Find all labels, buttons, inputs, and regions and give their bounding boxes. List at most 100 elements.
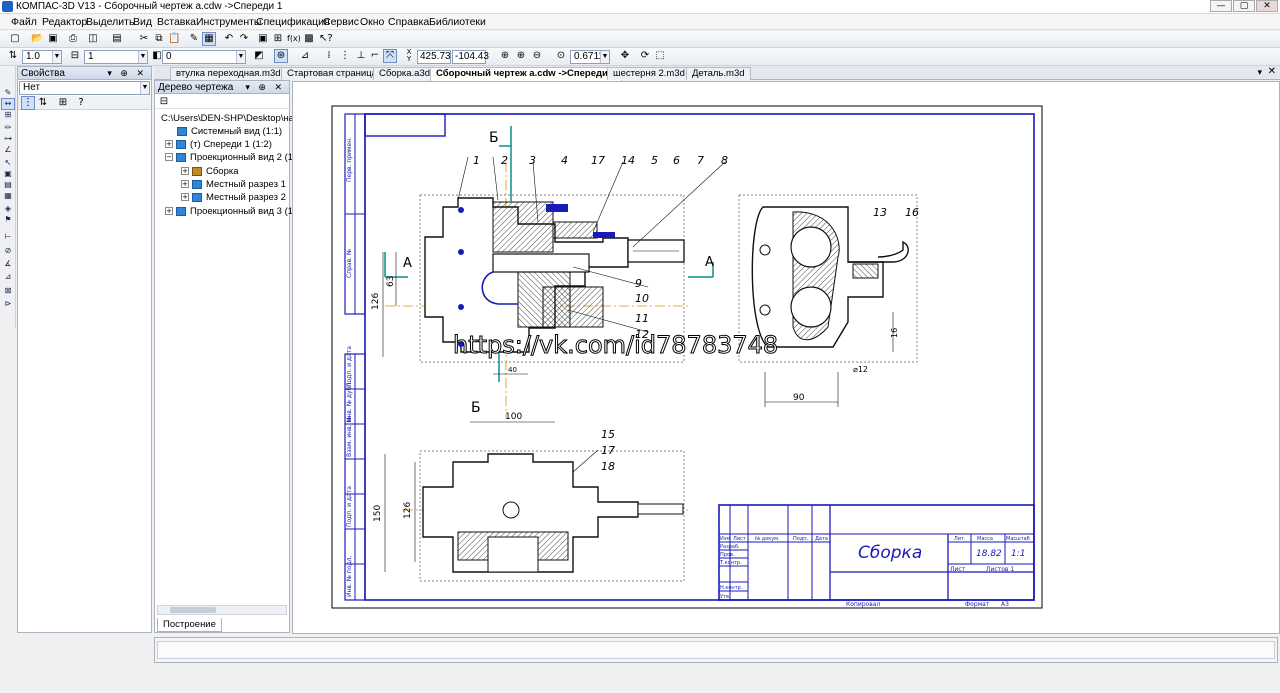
macro-icon[interactable]: ⚑ bbox=[2, 215, 14, 225]
collapse-icon[interactable]: − bbox=[165, 153, 173, 162]
snap-icon[interactable]: ⊛ bbox=[274, 49, 288, 63]
tree-item-projection-view-2[interactable]: − Проекционный вид 2 (1:2) bbox=[165, 152, 304, 164]
minimize-button[interactable]: — bbox=[1210, 0, 1232, 12]
associative-view-icon[interactable]: ▣ bbox=[2, 169, 14, 179]
variables-icon[interactable]: f(x) bbox=[286, 32, 301, 46]
tabs-menu-icon[interactable]: ▾ bbox=[1257, 67, 1262, 78]
help-pointer-icon[interactable]: ↖? bbox=[318, 32, 333, 46]
refresh-icon[interactable]: ⟳ bbox=[638, 49, 652, 63]
measure-icon[interactable]: ▩ bbox=[302, 32, 316, 46]
help-icon[interactable]: ? bbox=[74, 96, 88, 110]
parametrization-icon[interactable]: ⊶ bbox=[2, 134, 14, 144]
tree-view-icon[interactable]: ⊟ bbox=[157, 95, 171, 109]
menu-view[interactable]: Вид bbox=[133, 16, 152, 28]
reports-icon[interactable]: ▦ bbox=[2, 191, 14, 201]
coord-x-field[interactable]: 425.73 bbox=[417, 50, 451, 64]
menu-insert[interactable]: Вставка bbox=[157, 16, 196, 28]
cursor-icon[interactable]: ⤧ bbox=[383, 49, 397, 63]
format-brush-icon[interactable]: ✎ bbox=[187, 32, 201, 46]
step-icon[interactable]: ⇅ bbox=[6, 49, 20, 63]
layer-combo[interactable]: 0 ▼ bbox=[162, 50, 246, 64]
paste-icon[interactable]: 📋 bbox=[167, 32, 181, 46]
zoom-scale-icon[interactable]: ⊙ bbox=[554, 49, 568, 63]
angle-dim-icon[interactable]: ∡ bbox=[2, 259, 14, 269]
tree-item-system-view[interactable]: Системный вид (1:1) bbox=[177, 126, 282, 138]
insert-icon[interactable]: ◈ bbox=[2, 204, 14, 214]
measure-tools-icon[interactable]: ∠ bbox=[2, 145, 14, 155]
tab-assembly-drawing[interactable]: Сборочный чертеж a.cdw ->Спереди 1 bbox=[430, 67, 622, 81]
properties-object-combo[interactable]: Нет ▼ bbox=[19, 81, 150, 95]
print-icon[interactable]: ⎙ bbox=[66, 32, 80, 46]
open-icon[interactable]: 📂 bbox=[30, 32, 44, 46]
menu-specification[interactable]: Спецификация bbox=[256, 16, 330, 28]
dimensions-icon[interactable]: ↔ bbox=[1, 98, 15, 110]
dimension-line-icon[interactable]: ⊢ bbox=[2, 232, 14, 242]
cs-icon[interactable]: ⌐ bbox=[368, 49, 382, 63]
manager-icon[interactable]: ▤ bbox=[110, 32, 124, 46]
tab-construction[interactable]: Построение bbox=[157, 618, 222, 632]
tree-hscrollbar[interactable] bbox=[157, 605, 287, 615]
edit-icon[interactable]: ✏ bbox=[2, 123, 14, 133]
expand-icon[interactable]: + bbox=[165, 207, 173, 216]
pan-icon[interactable]: ✥ bbox=[618, 49, 632, 63]
tab-bushing[interactable]: втулка переходная.m3d bbox=[170, 67, 287, 80]
undo-icon[interactable]: ↶ bbox=[222, 32, 236, 46]
tree-item-local-section-2[interactable]: + Местный разрез 2 bbox=[181, 192, 286, 204]
menu-help[interactable]: Справка bbox=[388, 16, 429, 28]
pin-icon[interactable]: ▾ ⊕ ✕ bbox=[245, 81, 285, 94]
tree-item-front-view[interactable]: + (т) Спереди 1 (1:2) bbox=[165, 139, 272, 151]
new-document-icon[interactable]: ▢ bbox=[8, 32, 22, 46]
tree-item-assembly[interactable]: + Сборка bbox=[181, 166, 239, 178]
tree-item-file[interactable]: C:\Users\DEN-SHP\Desktop\на bbox=[161, 113, 294, 125]
coord-y-field[interactable]: -104.43 bbox=[452, 50, 489, 64]
libraries-icon[interactable]: ⊞ bbox=[271, 32, 285, 46]
grid-icon[interactable]: ⁞ bbox=[322, 49, 336, 63]
tree-icon[interactable]: ▣ bbox=[256, 32, 270, 46]
menu-select[interactable]: Выделить bbox=[86, 16, 134, 28]
object-props-icon[interactable]: ⊞ bbox=[56, 96, 70, 110]
zoom-in-icon[interactable]: ⊕ bbox=[514, 49, 528, 63]
zoom-window-icon[interactable]: ⊕ bbox=[498, 49, 512, 63]
pin-icon[interactable]: ▾ ⊕ ✕ bbox=[107, 67, 147, 80]
expand-icon[interactable]: + bbox=[181, 167, 189, 176]
ortho-icon[interactable]: ⊿ bbox=[298, 49, 312, 63]
zoom-combo[interactable]: 0.6711 ▼ bbox=[570, 50, 610, 64]
copy-icon[interactable]: ⧉ bbox=[152, 32, 166, 46]
view-arrow-icon[interactable]: ⊳ bbox=[2, 299, 14, 309]
expand-icon[interactable]: + bbox=[181, 193, 189, 202]
zoom-out-icon[interactable]: ⊖ bbox=[530, 49, 544, 63]
section-line-icon[interactable]: ⊠ bbox=[2, 286, 14, 296]
spec-icon[interactable]: ▤ bbox=[2, 180, 14, 190]
menu-edit[interactable]: Редактор bbox=[42, 16, 87, 28]
menu-window[interactable]: Окно bbox=[360, 16, 384, 28]
scroll-thumb[interactable] bbox=[170, 607, 216, 613]
properties-toggle-icon[interactable]: ▦ bbox=[202, 32, 216, 46]
menu-service[interactable]: Сервис bbox=[323, 16, 359, 28]
leader-icon[interactable]: ⊿ bbox=[2, 272, 14, 282]
filter-icon[interactable]: ⋮ bbox=[21, 96, 35, 110]
expand-icon[interactable]: + bbox=[181, 180, 189, 189]
tree-item-projection-view-3[interactable]: + Проекционный вид 3 (1:2) bbox=[165, 206, 304, 218]
maximize-button[interactable]: ▢ bbox=[1233, 0, 1255, 12]
symbols-icon[interactable]: ⊞ bbox=[2, 110, 14, 120]
tab-gear-2[interactable]: шестерня 2.m3d bbox=[607, 67, 691, 80]
menu-file[interactable]: Файл bbox=[11, 16, 37, 28]
geometry-icon[interactable]: ✎ bbox=[2, 88, 14, 98]
menu-tools[interactable]: Инструменты bbox=[196, 16, 261, 28]
drawing-canvas[interactable]: Перв. примен. Справ. № Подп. и дата Инв.… bbox=[292, 81, 1280, 634]
grid-settings-icon[interactable]: ⋮ bbox=[338, 49, 352, 63]
tab-assembly[interactable]: Сборка.a3d bbox=[373, 67, 437, 80]
style-icon[interactable]: ⊟ bbox=[68, 49, 82, 63]
select-icon[interactable]: ↖ bbox=[2, 158, 14, 168]
show-all-icon[interactable]: ⬚ bbox=[653, 49, 667, 63]
close-button[interactable]: ✕ bbox=[1256, 0, 1278, 12]
local-cs-icon[interactable]: ⊥ bbox=[354, 49, 368, 63]
preview-icon[interactable]: ◫ bbox=[86, 32, 100, 46]
cut-icon[interactable]: ✂ bbox=[137, 32, 151, 46]
radial-dim-icon[interactable]: ⊘ bbox=[2, 246, 14, 256]
scale-combo[interactable]: 1.0 ▼ bbox=[22, 50, 62, 64]
style-combo[interactable]: 1 ▼ bbox=[84, 50, 148, 64]
sort-icon[interactable]: ⇅ bbox=[36, 96, 50, 110]
menu-libraries[interactable]: Библиотеки bbox=[429, 16, 486, 28]
redo-icon[interactable]: ↷ bbox=[237, 32, 251, 46]
